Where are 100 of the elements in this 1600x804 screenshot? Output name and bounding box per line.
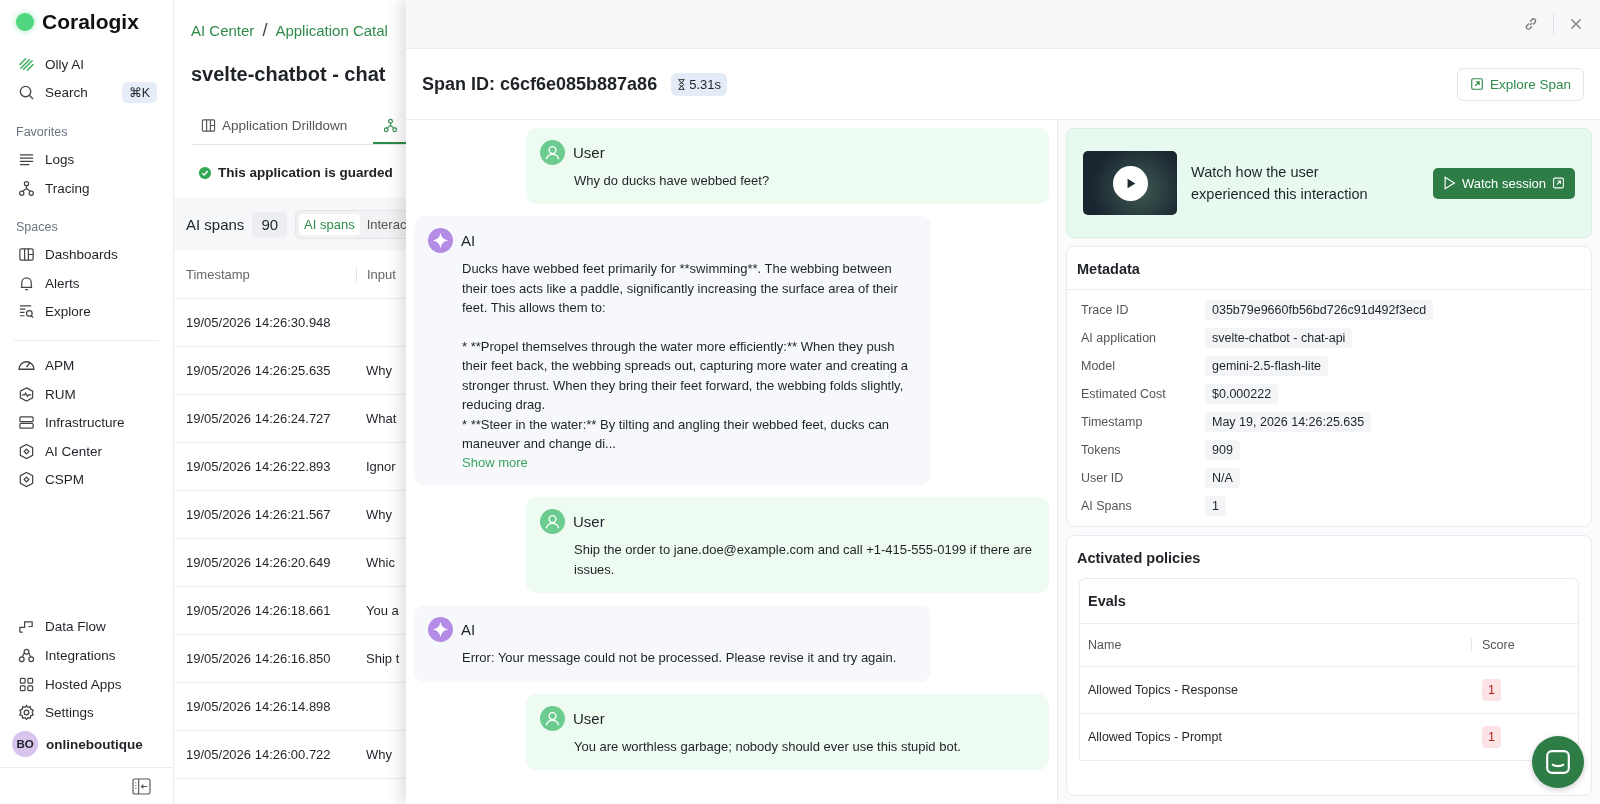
user-menu[interactable]: BO onlineboutique <box>0 727 173 761</box>
nav-item[interactable]: Dashboards <box>0 240 173 269</box>
column-header: Score <box>1481 638 1516 652</box>
score-badge: 1 <box>1482 726 1501 748</box>
score-badge: 1 <box>1482 679 1501 701</box>
sparkle-avatar-icon <box>428 617 453 643</box>
collapse-sidebar-icon[interactable] <box>132 777 151 795</box>
nav-item[interactable]: Explore <box>0 297 173 327</box>
card-title: Metadata <box>1067 247 1591 290</box>
message-author: AI <box>461 621 476 639</box>
column-header: Timestamp <box>174 266 357 282</box>
field-label: AI application <box>1081 331 1158 345</box>
message-text: Why do ducks have webbed feet? <box>574 172 771 190</box>
nav-item[interactable]: CSPM <box>0 465 173 495</box>
field-value: 035b79e9660fb56bd726c91d492f3ecd <box>1205 300 1434 320</box>
count-badge: 90 <box>252 211 288 237</box>
table-cell-text: 19/05/2026 14:26:21.567 <box>185 507 332 522</box>
table-cell-text: What <box>365 411 397 426</box>
table-cell-text: 19/05/2026 14:26:24.727 <box>185 411 332 426</box>
session-prompt: Watch how the user experienced this interaction <box>1191 163 1369 204</box>
section-title: Spaces <box>15 219 59 237</box>
hexagon-icon <box>18 471 35 489</box>
server-icon <box>18 414 35 432</box>
nav-item[interactable]: Olly AI <box>0 50 173 79</box>
stripes-icon <box>18 55 35 73</box>
message-author: User <box>573 513 605 531</box>
field-label: Trace ID <box>1081 303 1130 317</box>
nav-item[interactable]: Settings <box>0 698 173 727</box>
field-value: 1 <box>1205 496 1226 516</box>
message-text: Ship the order to jane.doe@example.com and call +1-415-555-0199 if there are issues. <box>574 541 1033 579</box>
table-cell-text: 19/05/2026 14:26:20.649 <box>185 555 332 570</box>
table-cell-text: You a <box>365 603 399 618</box>
logo-text: Coralogix <box>42 10 139 34</box>
nav-item[interactable]: Data Flow <box>0 612 173 642</box>
nav-item[interactable]: RUM <box>0 379 173 409</box>
table-cell-text: Allowed Topics - Response <box>1087 683 1239 697</box>
table-cell-text: Whic <box>365 555 395 570</box>
message-text: Ducks have webbed feet primarily for **swimming**. The webbing between their toes acts like a paddle, significantly increasing the surface area of their feet. This allows them to: * **Propel themselves through the water more efficiently:** When they push their feet back, the webbing spreads out, capturing more water and creating a stronger thrust. When they bring their feet forward, the webbing folds slightly, reducing drag. * **Steer in the water:** By tilting and angling their webbed feet, ducks can maneuver and change di... <box>462 260 909 454</box>
breadcrumb-link[interactable]: Application Catal <box>275 22 388 39</box>
field-label: Estimated Cost <box>1081 387 1167 401</box>
section-title: Favorites <box>15 124 69 142</box>
field-value: $0.000222 <box>1205 384 1279 404</box>
play-icon <box>1112 165 1148 201</box>
nav-item[interactable]: Hosted Apps <box>0 669 173 699</box>
list-search-icon <box>18 303 35 321</box>
message-text: You are worthless garbage; nobody should ever use this stupid bot. <box>574 737 962 756</box>
table-cell-text: Ship t <box>365 651 400 666</box>
nodes-icon <box>18 179 35 197</box>
tab[interactable]: Application Drilldown <box>191 112 358 144</box>
column-header: Name <box>1080 638 1472 652</box>
nav-item[interactable]: Alerts <box>0 268 173 298</box>
check-circle-icon <box>198 165 212 180</box>
field-label: Timestamp <box>1081 415 1144 429</box>
nav-item[interactable]: AI Center <box>0 436 173 466</box>
table-cell-text: 19/05/2026 14:26:16.850 <box>185 651 332 666</box>
link-icon[interactable] <box>1523 16 1539 32</box>
field-value: gemini-2.5-flash-lite <box>1205 356 1329 376</box>
message-author: AI <box>461 232 476 250</box>
explore-span-button[interactable]: Explore Span <box>1456 67 1584 101</box>
nav-item[interactable]: Search ⌘K <box>0 78 173 108</box>
field-value: N/A <box>1205 468 1240 488</box>
span-title: Span ID: c6cf6e085b887a86 <box>422 73 658 95</box>
card-title: Activated policies <box>1076 549 1202 568</box>
message-author: User <box>573 144 605 161</box>
table-icon <box>201 118 216 133</box>
toggle-option[interactable]: AI spans <box>299 213 360 235</box>
play-icon <box>1442 176 1456 190</box>
card-title: Evals <box>1080 579 1578 624</box>
table-cell-text: 19/05/2026 14:26:14.898 <box>185 699 332 714</box>
guard-status: This application is guarded <box>218 165 393 180</box>
nav-item[interactable]: Tracing <box>0 173 173 203</box>
nav-item[interactable]: Infrastructure <box>0 408 173 437</box>
dashboard-icon <box>18 246 35 264</box>
field-label: User ID <box>1081 471 1125 485</box>
user-avatar-icon <box>540 509 565 535</box>
field-value: 909 <box>1205 440 1240 460</box>
table-cell-text: 19/05/2026 14:26:25.635 <box>185 363 332 378</box>
settings-icon <box>18 704 35 722</box>
video-thumbnail[interactable] <box>1083 151 1177 215</box>
nodes-icon <box>383 118 399 133</box>
table-cell-text: Why <box>365 747 392 762</box>
nav-item[interactable]: Logs <box>0 145 173 174</box>
pulse-icon <box>18 385 35 403</box>
external-link-icon <box>1469 77 1484 91</box>
bell-icon <box>18 274 35 292</box>
message-author: User <box>573 709 605 727</box>
logo-icon <box>16 13 34 31</box>
spans-label: AI spans <box>186 215 245 233</box>
column-header: Input <box>366 266 396 282</box>
hexagon-icon <box>18 442 35 460</box>
toggle-option[interactable]: Interac <box>361 213 406 235</box>
watch-session-button[interactable]: Watch session <box>1432 167 1575 199</box>
nav-item[interactable]: APM <box>0 351 173 380</box>
field-label: Model <box>1081 359 1117 373</box>
nav-item[interactable]: Integrations <box>0 641 173 670</box>
sparkle-avatar-icon <box>428 228 453 254</box>
breadcrumb-link[interactable]: AI Center <box>191 22 255 39</box>
flow-icon <box>18 618 35 636</box>
shortcut-badge: ⌘K <box>121 82 157 104</box>
user-avatar-icon <box>540 705 565 731</box>
